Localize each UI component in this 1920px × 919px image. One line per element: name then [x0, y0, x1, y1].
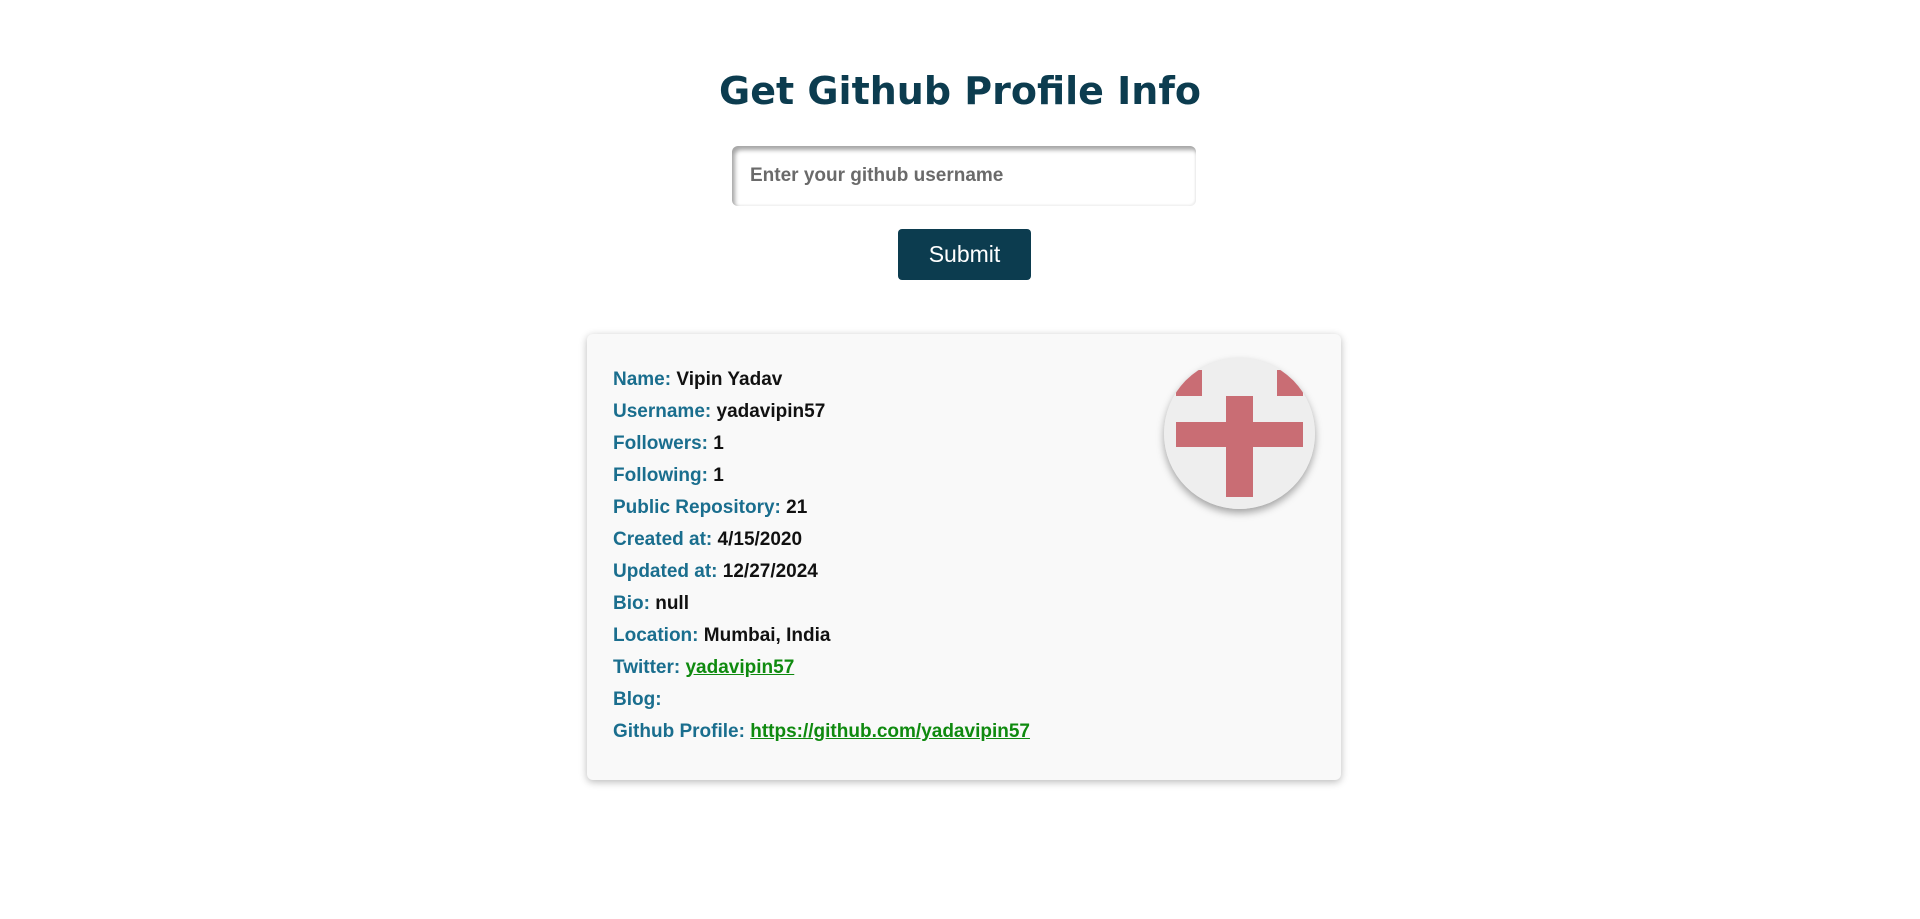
bio-value: null — [655, 593, 689, 614]
identicon-avatar-icon — [1164, 358, 1315, 509]
following-value: 1 — [713, 465, 724, 486]
github-profile-label: Github Profile: — [613, 721, 745, 742]
info-row-updated-at: Updated at: 12/27/2024 — [613, 556, 1030, 588]
updated-at-label: Updated at: — [613, 561, 718, 582]
profile-card: Name: Vipin Yadav Username: yadavipin57 … — [587, 334, 1341, 780]
info-row-name: Name: Vipin Yadav — [613, 364, 1030, 396]
info-row-following: Following: 1 — [613, 460, 1030, 492]
twitter-label: Twitter: — [613, 657, 681, 678]
info-row-public-repos: Public Repository: 21 — [613, 492, 1030, 524]
info-row-blog: Blog: — [613, 684, 1030, 716]
page: Get Github Profile Info Submit Name: Vip… — [0, 0, 1920, 919]
public-repos-label: Public Repository: — [613, 497, 781, 518]
page-title: Get Github Profile Info — [719, 69, 1201, 113]
updated-at-value: 12/27/2024 — [722, 561, 818, 582]
blog-label: Blog: — [613, 689, 662, 710]
username-label: Username: — [613, 401, 712, 422]
info-row-github-profile: Github Profile: https://github.com/yadav… — [613, 716, 1030, 748]
name-label: Name: — [613, 369, 672, 390]
info-row-username: Username: yadavipin57 — [613, 396, 1030, 428]
created-at-label: Created at: — [613, 529, 713, 550]
followers-value: 1 — [713, 433, 724, 454]
info-row-bio: Bio: null — [613, 588, 1030, 620]
location-value: Mumbai, India — [703, 625, 831, 646]
twitter-link[interactable]: yadavipin57 — [685, 657, 794, 678]
bio-label: Bio: — [613, 593, 650, 614]
profile-info-list: Name: Vipin Yadav Username: yadavipin57 … — [613, 364, 1030, 748]
submit-button[interactable]: Submit — [898, 229, 1031, 280]
info-row-followers: Followers: 1 — [613, 428, 1030, 460]
created-at-value: 4/15/2020 — [717, 529, 803, 550]
info-row-twitter: Twitter: yadavipin57 — [613, 652, 1030, 684]
public-repos-value: 21 — [786, 497, 808, 518]
location-label: Location: — [613, 625, 699, 646]
avatar — [1164, 358, 1315, 509]
followers-label: Followers: — [613, 433, 709, 454]
username-input[interactable] — [732, 146, 1196, 206]
github-profile-link[interactable]: https://github.com/yadavipin57 — [750, 721, 1030, 742]
username-value: yadavipin57 — [716, 401, 826, 422]
name-value: Vipin Yadav — [676, 369, 783, 390]
following-label: Following: — [613, 465, 708, 486]
info-row-created-at: Created at: 4/15/2020 — [613, 524, 1030, 556]
info-row-location: Location: Mumbai, India — [613, 620, 1030, 652]
